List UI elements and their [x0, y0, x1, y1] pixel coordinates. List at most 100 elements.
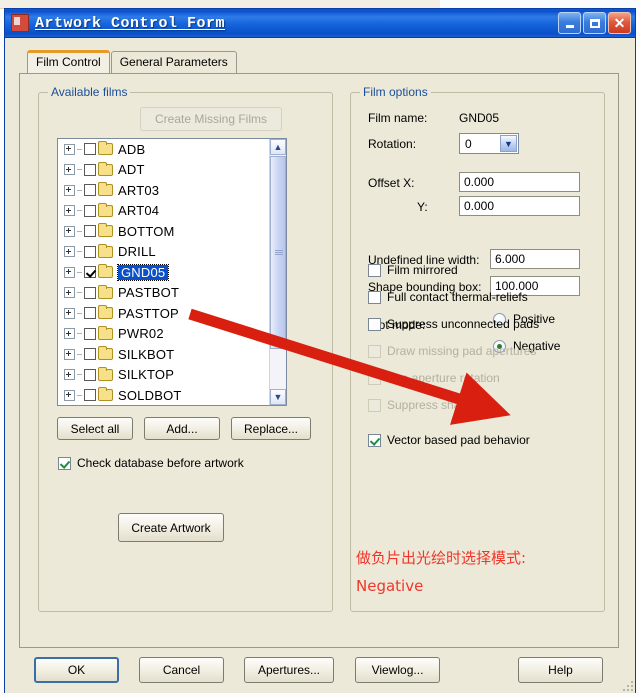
available-films-title: Available films	[48, 85, 131, 99]
film-tree-item[interactable]: BOTTOM	[58, 221, 269, 242]
film-checkbox[interactable]	[84, 348, 96, 361]
film-checkbox[interactable]	[84, 143, 96, 156]
film-checkbox[interactable]	[84, 245, 96, 258]
offset-x-input[interactable]: 0.000	[459, 172, 580, 192]
offset-y-input[interactable]: 0.000	[459, 196, 580, 216]
select-all-button[interactable]: Select all	[57, 417, 133, 440]
expand-icon[interactable]	[64, 205, 75, 217]
tree-connector-icon	[77, 210, 82, 212]
film-tree-item[interactable]: ART03	[58, 180, 269, 201]
scrollbar-thumb[interactable]	[270, 156, 286, 349]
film-checkbox[interactable]	[84, 163, 96, 176]
film-option-row[interactable]: Full contact thermal-reliefs	[368, 290, 528, 304]
check-database-row[interactable]: Check database before artwork	[58, 456, 244, 470]
film-option-checkbox[interactable]	[368, 433, 381, 447]
tab-strip: Film Control General Parameters	[27, 50, 238, 73]
films-tree-scrollbar[interactable]: ▲ ▼	[269, 139, 286, 405]
tab-film-control[interactable]: Film Control	[27, 50, 110, 73]
expand-icon[interactable]	[64, 328, 75, 340]
rotation-dropdown[interactable]: 0 ▼	[459, 133, 519, 154]
viewlog-button[interactable]: Viewlog...	[355, 657, 440, 683]
expand-icon[interactable]	[64, 225, 75, 237]
tab-page-film-control: Available films Create Missing Films ADB…	[19, 73, 619, 648]
window-titlebar[interactable]: Artwork Control Form ✕	[5, 9, 635, 38]
screenshot-root: Artwork Control Form ✕ Film Control Gene…	[0, 0, 640, 697]
tree-connector-icon	[77, 189, 82, 191]
folder-icon	[98, 161, 113, 176]
expand-icon[interactable]	[64, 184, 75, 196]
scroll-down-button[interactable]: ▼	[270, 389, 286, 405]
tree-connector-icon	[77, 374, 82, 376]
film-tree-item[interactable]: DRILL	[58, 242, 269, 263]
folder-icon	[98, 366, 113, 381]
film-option-checkbox	[368, 344, 381, 358]
resize-grip-icon[interactable]	[621, 679, 633, 691]
expand-icon[interactable]	[64, 389, 75, 401]
folder-icon	[98, 284, 113, 299]
film-tree-item[interactable]: PASTTOP	[58, 303, 269, 324]
tree-connector-icon	[77, 251, 82, 253]
chevron-down-icon: ▼	[273, 391, 283, 402]
app-icon	[11, 14, 29, 32]
film-tree-item[interactable]: ADT	[58, 160, 269, 181]
film-checkbox[interactable]	[84, 327, 96, 340]
film-checkbox[interactable]	[84, 204, 96, 217]
add-button[interactable]: Add...	[144, 417, 220, 440]
expand-icon[interactable]	[64, 307, 75, 319]
film-tree-item[interactable]: ART04	[58, 201, 269, 222]
apertures-button[interactable]: Apertures...	[244, 657, 334, 683]
film-tree-item[interactable]: PASTBOT	[58, 283, 269, 304]
scroll-up-button[interactable]: ▲	[270, 139, 286, 155]
film-label: PWR02	[118, 326, 164, 342]
cancel-button[interactable]: Cancel	[139, 657, 224, 683]
tab-general-parameters[interactable]: General Parameters	[110, 51, 237, 73]
help-button[interactable]: Help	[518, 657, 603, 683]
film-tree-item[interactable]: SILKBOT	[58, 344, 269, 365]
film-option-row[interactable]: Film mirrored	[368, 263, 458, 277]
film-label: PASTTOP	[118, 305, 179, 321]
film-option-checkbox[interactable]	[368, 317, 381, 331]
check-database-checkbox[interactable]	[58, 456, 71, 470]
film-option-label: Suppress unconnected pads	[387, 317, 540, 331]
film-checkbox[interactable]	[84, 184, 96, 197]
film-tree-item[interactable]: PWR02	[58, 324, 269, 345]
films-tree-view[interactable]: ADB ADT ART03 ART04 BOTTOM DRILL GND05 PASTBOT P…	[57, 138, 287, 406]
expand-icon[interactable]	[64, 266, 75, 278]
film-option-checkbox[interactable]	[368, 263, 381, 277]
rotation-chevron-down-icon[interactable]: ▼	[500, 135, 517, 152]
expand-icon[interactable]	[64, 164, 75, 176]
film-checkbox[interactable]	[84, 225, 96, 238]
folder-icon	[98, 202, 113, 217]
film-option-checkbox	[368, 371, 381, 385]
maximize-button[interactable]	[583, 12, 606, 34]
film-tree-item[interactable]: SILKTOP	[58, 365, 269, 386]
film-checkbox[interactable]	[84, 266, 96, 279]
minimize-button[interactable]	[558, 12, 581, 34]
film-tree-item[interactable]: SOLDBOT	[58, 385, 269, 405]
film-checkbox[interactable]	[84, 286, 96, 299]
film-tree-item[interactable]: GND05	[58, 262, 269, 283]
film-checkbox[interactable]	[84, 389, 96, 402]
expand-icon[interactable]	[64, 246, 75, 258]
film-option-row[interactable]: Suppress unconnected pads	[368, 317, 539, 331]
folder-icon	[98, 325, 113, 340]
film-option-row[interactable]: Vector based pad behavior	[368, 433, 530, 447]
expand-icon[interactable]	[64, 287, 75, 299]
create-artwork-button[interactable]: Create Artwork	[118, 513, 224, 542]
expand-icon[interactable]	[64, 143, 75, 155]
annotation-line-2: Negative	[356, 577, 424, 595]
folder-icon	[98, 223, 113, 238]
film-option-row: Draw missing pad apertures	[368, 344, 536, 358]
film-checkbox[interactable]	[84, 307, 96, 320]
undefined-line-width-input[interactable]: 6.000	[490, 249, 580, 269]
film-tree-item[interactable]: ADB	[58, 139, 269, 160]
ok-button[interactable]: OK	[34, 657, 119, 683]
close-button[interactable]: ✕	[608, 12, 631, 34]
film-option-checkbox[interactable]	[368, 290, 381, 304]
film-option-label: Draw missing pad apertures	[387, 344, 537, 358]
film-checkbox[interactable]	[84, 368, 96, 381]
replace-button[interactable]: Replace...	[231, 417, 311, 440]
expand-icon[interactable]	[64, 348, 75, 360]
expand-icon[interactable]	[64, 369, 75, 381]
film-option-label: Film mirrored	[387, 263, 458, 277]
